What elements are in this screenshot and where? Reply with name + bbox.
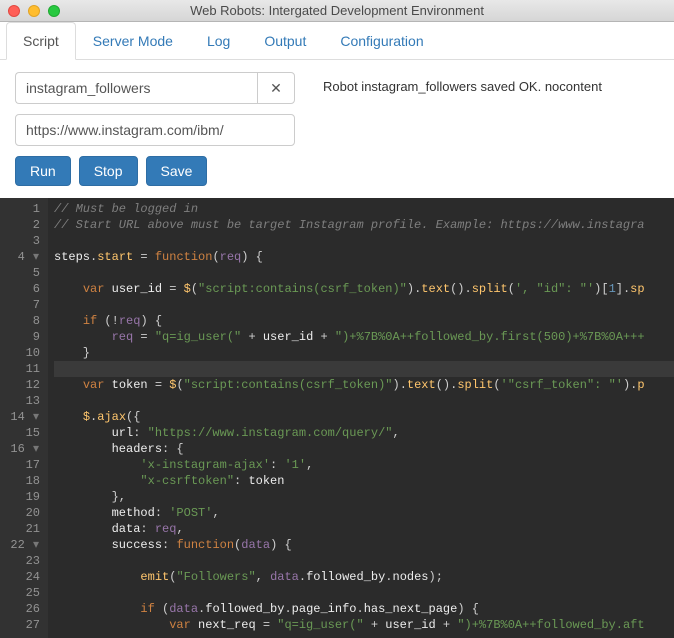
code-line[interactable]: data: req, xyxy=(54,521,674,537)
window-titlebar: Web Robots: Intergated Development Envir… xyxy=(0,0,674,22)
code-line[interactable] xyxy=(54,297,674,313)
tab-configuration[interactable]: Configuration xyxy=(323,22,440,60)
code-line[interactable]: $.ajax({ xyxy=(54,409,674,425)
close-window-button[interactable] xyxy=(8,5,20,17)
code-line[interactable]: "x-csrftoken": token xyxy=(54,473,674,489)
status-message: Robot instagram_followers saved OK. noco… xyxy=(323,72,602,94)
line-number: 6 xyxy=(4,281,40,297)
maximize-window-button[interactable] xyxy=(48,5,60,17)
code-line[interactable]: method: 'POST', xyxy=(54,505,674,521)
line-number: 19 xyxy=(4,489,40,505)
start-url-input[interactable] xyxy=(15,114,295,146)
line-number: 1 xyxy=(4,201,40,217)
code-line[interactable]: success: function(data) { xyxy=(54,537,674,553)
code-line[interactable]: 'x-instagram-ajax': '1', xyxy=(54,457,674,473)
code-line[interactable]: }, xyxy=(54,489,674,505)
line-number: 17 xyxy=(4,457,40,473)
code-line[interactable] xyxy=(54,233,674,249)
code-line[interactable]: emit("Followers", data.followed_by.nodes… xyxy=(54,569,674,585)
line-number: 27 xyxy=(4,617,40,633)
window-title: Web Robots: Intergated Development Envir… xyxy=(0,3,674,18)
clear-name-button[interactable]: ✕ xyxy=(257,72,295,104)
tab-output[interactable]: Output xyxy=(247,22,323,60)
code-line[interactable] xyxy=(54,585,674,601)
minimize-window-button[interactable] xyxy=(28,5,40,17)
code-line[interactable]: var next_req = "q=ig_user(" + user_id + … xyxy=(54,617,674,633)
code-line[interactable] xyxy=(54,553,674,569)
code-line[interactable] xyxy=(54,393,674,409)
traffic-lights xyxy=(0,5,60,17)
line-number: 7 xyxy=(4,297,40,313)
line-number: 15 xyxy=(4,425,40,441)
close-icon: ✕ xyxy=(270,80,282,97)
stop-button[interactable]: Stop xyxy=(79,156,138,186)
line-number: 8 xyxy=(4,313,40,329)
line-number: 20 xyxy=(4,505,40,521)
tab-log[interactable]: Log xyxy=(190,22,247,60)
code-line[interactable]: if (!req) { xyxy=(54,313,674,329)
line-number: 25 xyxy=(4,585,40,601)
line-number: 22 ▾ xyxy=(4,537,40,553)
line-number: 9 xyxy=(4,329,40,345)
code-line[interactable]: req = "q=ig_user(" + user_id + ")+%7B%0A… xyxy=(54,329,674,345)
line-number: 5 xyxy=(4,265,40,281)
robot-name-input[interactable] xyxy=(15,72,257,104)
line-number: 23 xyxy=(4,553,40,569)
line-number: 12 xyxy=(4,377,40,393)
line-number: 14 ▾ xyxy=(4,409,40,425)
code-line[interactable]: headers: { xyxy=(54,441,674,457)
code-line[interactable]: // Start URL above must be target Instag… xyxy=(54,217,674,233)
code-line[interactable]: url: "https://www.instagram.com/query/", xyxy=(54,425,674,441)
line-number: 11 xyxy=(4,361,40,377)
tab-script[interactable]: Script xyxy=(6,22,76,60)
code-line[interactable] xyxy=(54,361,674,377)
line-number: 2 xyxy=(4,217,40,233)
code-line[interactable]: var user_id = $("script:contains(csrf_to… xyxy=(54,281,674,297)
line-number: 21 xyxy=(4,521,40,537)
line-number: 24 xyxy=(4,569,40,585)
line-number: 10 xyxy=(4,345,40,361)
line-number: 16 ▾ xyxy=(4,441,40,457)
line-number: 4 ▾ xyxy=(4,249,40,265)
tab-server-mode[interactable]: Server Mode xyxy=(76,22,190,60)
tab-bar: Script Server Mode Log Output Configurat… xyxy=(0,22,674,60)
code-line[interactable]: // Must be logged in xyxy=(54,201,674,217)
line-number: 18 xyxy=(4,473,40,489)
code-editor[interactable]: 1 2 3 4 ▾5 6 7 8 9 10 11 12 13 14 ▾15 16… xyxy=(0,198,674,638)
run-button[interactable]: Run xyxy=(15,156,71,186)
code-line[interactable]: var token = $("script:contains(csrf_toke… xyxy=(54,377,674,393)
code-line[interactable]: } xyxy=(54,345,674,361)
code-line[interactable] xyxy=(54,265,674,281)
editor-code[interactable]: // Must be logged in// Start URL above m… xyxy=(48,198,674,638)
editor-gutter: 1 2 3 4 ▾5 6 7 8 9 10 11 12 13 14 ▾15 16… xyxy=(0,198,48,638)
code-line[interactable]: steps.start = function(req) { xyxy=(54,249,674,265)
line-number: 13 xyxy=(4,393,40,409)
line-number: 3 xyxy=(4,233,40,249)
save-button[interactable]: Save xyxy=(146,156,208,186)
